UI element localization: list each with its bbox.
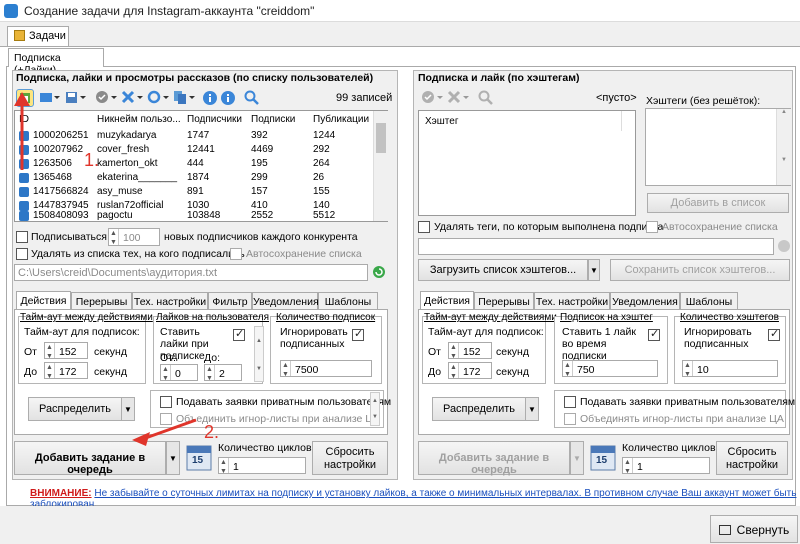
annotation-overlay [14, 92, 197, 446]
collapse-label: Свернуть [736, 523, 790, 537]
window-icon [718, 525, 731, 535]
arrow-two-head [132, 432, 150, 446]
annotation-one: 1. [84, 150, 100, 170]
footer [0, 506, 800, 544]
annotation-two: 2. [204, 422, 220, 442]
collapse-button[interactable]: Свернуть [710, 515, 798, 543]
warning-label: ВНИМАНИЕ: [30, 488, 92, 499]
arrow-one-head [14, 92, 30, 106]
